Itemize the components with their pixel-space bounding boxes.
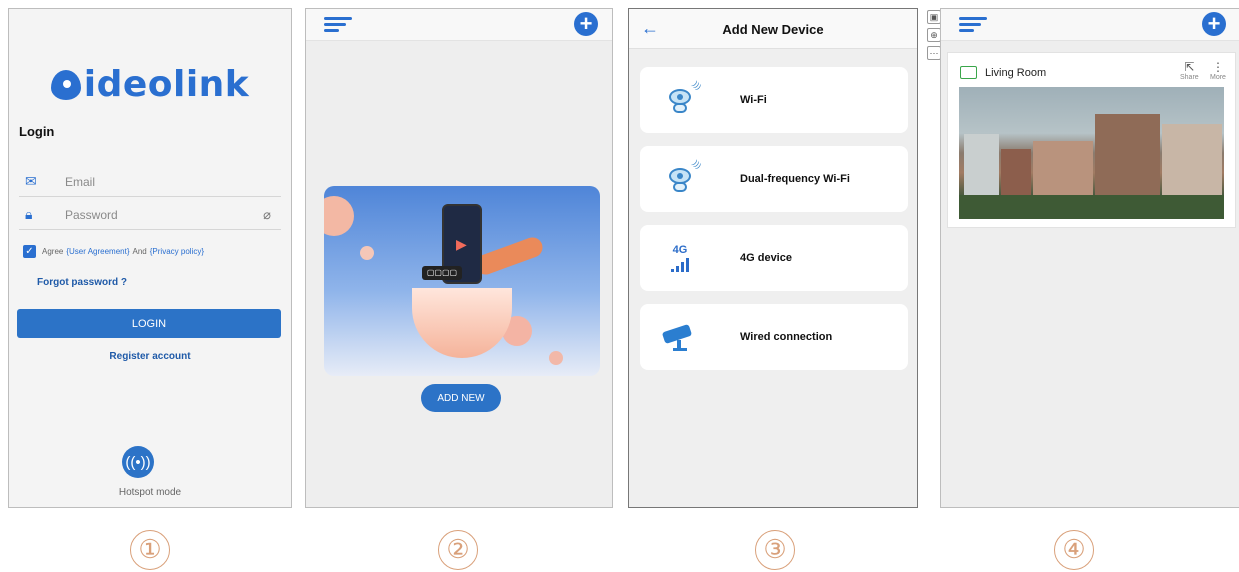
- decor-bowl: [412, 288, 512, 358]
- step-label-4: ④: [1054, 530, 1094, 570]
- checkbox-icon[interactable]: ✓: [23, 245, 36, 258]
- image-icon[interactable]: ▣: [927, 10, 941, 24]
- 4g-badge: 4G: [672, 243, 688, 256]
- eye-slash-icon[interactable]: ⌀: [263, 207, 271, 223]
- hotspot-icon[interactable]: ((•)): [122, 446, 154, 478]
- device-title: Living Room: [960, 66, 1046, 79]
- menu-icon[interactable]: [324, 17, 352, 35]
- option-label: Dual-frequency Wi-Fi: [740, 173, 850, 185]
- plus-icon[interactable]: +: [1202, 12, 1226, 36]
- more-icon: ⋮: [1211, 60, 1224, 74]
- privacy-policy-link[interactable]: {Privacy policy}: [150, 247, 204, 256]
- option-wired[interactable]: Wired connection: [640, 304, 908, 370]
- login-screen: ideolink Login ✉ Email 🔒︎ Password ⌀ ✓ A…: [8, 8, 292, 508]
- login-button[interactable]: LOGIN: [17, 309, 281, 338]
- step-label-3: ③: [755, 530, 795, 570]
- password-placeholder: Password: [65, 207, 118, 222]
- decor-ball: [324, 196, 354, 236]
- camera-feed[interactable]: [959, 87, 1224, 219]
- zoom-icon[interactable]: ⊕: [927, 28, 941, 42]
- plus-icon[interactable]: +: [574, 12, 598, 36]
- top-bar: +: [941, 9, 1239, 41]
- add-device-screen: ← Add New Device ))) Wi-Fi ))) Dual-freq…: [628, 8, 918, 508]
- step-label-2: ②: [438, 530, 478, 570]
- trees: [959, 195, 1224, 219]
- option-dual-wifi[interactable]: ))) Dual-frequency Wi-Fi: [640, 146, 908, 212]
- more-options-icon[interactable]: ⋯: [927, 46, 941, 60]
- forgot-password-link[interactable]: Forgot password ?: [37, 277, 127, 288]
- register-link[interactable]: Register account: [9, 351, 291, 362]
- email-field[interactable]: ✉ Email: [19, 167, 281, 197]
- email-placeholder: Email: [65, 174, 96, 189]
- option-wifi[interactable]: ))) Wi-Fi: [640, 67, 908, 133]
- banner-tag: ▢▢▢▢: [422, 266, 462, 280]
- login-title: Login: [19, 124, 55, 139]
- decor-ball: [360, 246, 374, 260]
- logo-mark-icon: [50, 70, 81, 100]
- wifi-camera-icon: ))): [640, 79, 720, 113]
- decor-bar: [472, 234, 546, 278]
- step-label-1: ①: [130, 530, 170, 570]
- more-label: More: [1210, 74, 1226, 81]
- home-empty-screen: + ▢▢▢▢ ADD NEW: [305, 8, 613, 508]
- share-button[interactable]: ⇱ Share: [1180, 61, 1199, 81]
- agreement-row: ✓ Agree {User Agreement} And {Privacy po…: [23, 245, 207, 258]
- agree-text: Agree: [42, 247, 64, 256]
- option-label: Wi-Fi: [740, 94, 767, 106]
- share-label: Share: [1180, 74, 1199, 81]
- dual-wifi-camera-icon: ))): [640, 158, 720, 192]
- 4g-signal-icon: 4G: [640, 243, 720, 272]
- device-card[interactable]: Living Room ⇱ Share ⋮ More: [947, 52, 1236, 228]
- hotspot-label: Hotspot mode: [118, 487, 182, 498]
- wired-camera-icon: [640, 323, 720, 351]
- lock-icon: 🔒︎: [25, 206, 33, 222]
- top-bar: +: [306, 9, 612, 41]
- page-title: Add New Device: [722, 22, 824, 37]
- option-label: Wired connection: [740, 331, 833, 343]
- device-list-screen: + Living Room ⇱ Share ⋮ More: [940, 8, 1239, 508]
- side-toolbar: ▣ ⊕ ⋯: [927, 10, 941, 64]
- option-label: 4G device: [740, 252, 792, 264]
- app-logo: ideolink: [9, 64, 291, 105]
- device-name: Living Room: [985, 66, 1047, 79]
- tv-icon: [960, 66, 977, 79]
- option-4g[interactable]: 4G 4G device: [640, 225, 908, 291]
- and-text: And: [132, 247, 147, 256]
- menu-icon[interactable]: [959, 17, 987, 35]
- share-icon: ⇱: [1184, 60, 1195, 74]
- user-agreement-link[interactable]: {User Agreement}: [66, 247, 129, 256]
- password-field[interactable]: 🔒︎ Password ⌀: [19, 200, 281, 230]
- more-button[interactable]: ⋮ More: [1210, 61, 1226, 81]
- promo-banner: ▢▢▢▢: [324, 186, 600, 376]
- decor-ball: [549, 351, 563, 365]
- add-new-button[interactable]: ADD NEW: [421, 384, 501, 412]
- top-bar: ← Add New Device: [629, 9, 917, 49]
- envelope-icon: ✉: [25, 173, 37, 189]
